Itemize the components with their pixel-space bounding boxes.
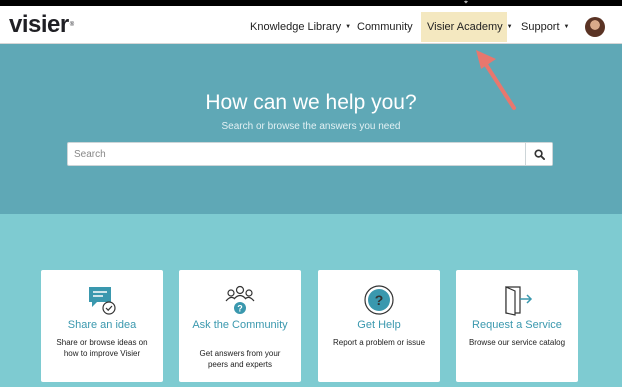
- user-avatar[interactable]: [585, 17, 605, 37]
- community-icon: ?: [225, 285, 255, 314]
- ask-community-card[interactable]: ? Ask the Community Get answers from you…: [179, 270, 301, 382]
- card-title: Ask the Community: [192, 319, 288, 331]
- hero-subtitle: Search or browse the answers you need: [221, 121, 401, 132]
- nav-item-label: Knowledge Library: [250, 21, 342, 33]
- svg-text:?: ?: [375, 292, 384, 308]
- search-bar: [67, 142, 553, 166]
- search-icon: [533, 148, 545, 160]
- nav-item-label: Support: [521, 21, 560, 33]
- card-title: Get Help: [357, 319, 401, 331]
- search-input[interactable]: [68, 143, 526, 165]
- annotation-arrow-icon: [476, 50, 516, 110]
- logo-trademark: ®: [69, 22, 74, 28]
- card-description: Browse our service catalog: [468, 338, 566, 347]
- service-door-icon: [505, 286, 533, 316]
- card-title: Request a Service: [472, 319, 562, 331]
- hero-title: How can we help you?: [205, 91, 417, 114]
- search-button[interactable]: [525, 143, 552, 165]
- visier-logo[interactable]: visier®: [9, 13, 74, 37]
- nav-visier-academy[interactable]: Visier Academy ▼: [421, 12, 513, 42]
- card-title: Share an idea: [67, 319, 137, 331]
- logo-text: visier: [9, 11, 69, 38]
- help-icon: ?: [364, 285, 394, 315]
- chevron-down-icon: ▼: [506, 24, 513, 31]
- nav-item-label: Visier Academy: [427, 21, 503, 33]
- nav-community[interactable]: Community: [351, 12, 419, 42]
- card-description: Report a problem or issue: [332, 338, 426, 347]
- top-navbar: visier® Knowledge Library ▼ Community Vis…: [0, 6, 622, 44]
- get-help-card[interactable]: ? Get Help Report a problem or issue: [318, 270, 440, 382]
- chevron-down-icon: ▼: [563, 24, 570, 31]
- request-service-card[interactable]: Request a Service Browse our service cat…: [456, 270, 578, 382]
- card-description: Get answers from your peers and experts: [199, 349, 281, 369]
- nav-support[interactable]: Support ▼: [515, 12, 575, 42]
- hero-section: How can we help you? Search or browse th…: [0, 44, 622, 214]
- nav-knowledge-library[interactable]: Knowledge Library ▼: [244, 12, 357, 42]
- nav-item-label: Community: [357, 21, 413, 33]
- idea-chat-icon: [89, 287, 116, 315]
- share-idea-card[interactable]: Share an idea Share or browse ideas on h…: [41, 270, 163, 382]
- svg-text:?: ?: [237, 304, 243, 314]
- card-description: Share or browse ideas on how to improve …: [56, 338, 148, 358]
